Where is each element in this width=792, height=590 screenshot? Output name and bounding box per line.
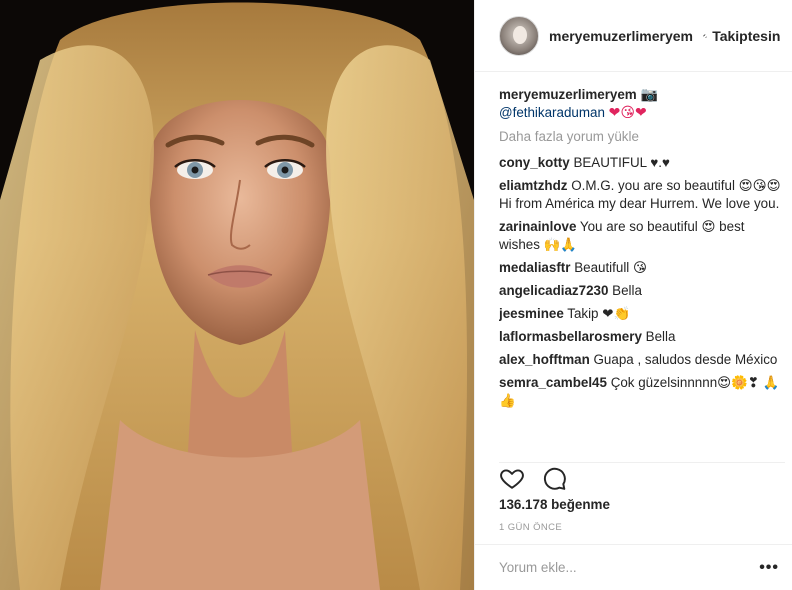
comment-username[interactable]: zarinainlove xyxy=(499,219,576,234)
comment-username[interactable]: semra_cambel45 xyxy=(499,375,607,390)
caption-emojis: ❤😘❤ xyxy=(608,105,647,121)
post-details-panel: meryemuzerlimeryem • Takiptesin meryemuz… xyxy=(474,0,792,590)
post-photo[interactable] xyxy=(0,0,474,590)
comment-item: jeesminee Takip ❤👏 xyxy=(499,305,785,323)
comment-input[interactable] xyxy=(499,560,760,575)
comment-item: zarinainlove You are so beautiful 😍 best… xyxy=(499,218,785,254)
comment-item: alex_hofftman Guapa , saludos desde Méxi… xyxy=(499,351,785,369)
comment-text: Bella xyxy=(612,283,642,298)
comment-username[interactable]: angelicadiaz7230 xyxy=(499,283,608,298)
comments-list[interactable]: meryemuzerlimeryem 📷 @fethikaraduman ❤😘❤… xyxy=(499,86,785,456)
caption-username[interactable]: meryemuzerlimeryem xyxy=(499,87,637,102)
post-timestamp[interactable]: 1 GÜN ÖNCE xyxy=(499,522,562,533)
comment-item: medaliasftr Beautifull 😘 xyxy=(499,259,785,277)
camera-emoji: 📷 xyxy=(640,87,658,103)
load-more-comments-button[interactable]: Daha fazla yorum yükle xyxy=(499,128,785,146)
comment-item: semra_cambel45 Çok güzelsinnnnn😍🌼❣ 🙏👍 xyxy=(499,374,785,410)
following-button[interactable]: Takiptesin xyxy=(712,28,780,44)
comment-username[interactable]: jeesminee xyxy=(499,306,564,321)
comment-item: laflormasbellarosmery Bella xyxy=(499,328,785,346)
portrait-image xyxy=(0,0,474,590)
comment-username[interactable]: medaliasftr xyxy=(499,260,570,275)
heart-outline-icon[interactable] xyxy=(499,465,527,493)
comment-text: Guapa , saludos desde México xyxy=(593,352,778,367)
comment-items: cony_kotty BEAUTIFUL ♥.♥ eliamtzhdz O.M.G… xyxy=(499,154,785,410)
action-bar xyxy=(499,462,785,492)
ellipsis-icon[interactable]: ••• xyxy=(759,559,779,577)
comment-text: Takip ❤👏 xyxy=(567,306,631,321)
comment-item: angelicadiaz7230 Bella xyxy=(499,282,785,300)
speech-bubble-icon[interactable] xyxy=(541,465,569,493)
comment-username[interactable]: eliamtzhdz xyxy=(499,178,567,193)
add-comment-bar: ••• xyxy=(475,544,792,590)
author-username[interactable]: meryemuzerlimeryem xyxy=(549,28,693,44)
author-avatar[interactable] xyxy=(499,15,539,56)
comment-username[interactable]: cony_kotty xyxy=(499,155,570,170)
comment-username[interactable]: laflormasbellarosmery xyxy=(499,329,642,344)
comment-text: Beautifull 😘 xyxy=(574,260,647,275)
comment-item: cony_kotty BEAUTIFUL ♥.♥ xyxy=(499,154,785,172)
comment-text: Bella xyxy=(645,329,676,344)
caption: meryemuzerlimeryem 📷 @fethikaraduman ❤😘❤ xyxy=(499,86,785,122)
comment-item: eliamtzhdz O.M.G. you are so beautiful 😍… xyxy=(499,177,785,213)
comment-text: BEAUTIFUL ♥.♥ xyxy=(573,155,670,170)
caption-mention[interactable]: @fethikaraduman xyxy=(499,105,605,120)
comment-username[interactable]: alex_hofftman xyxy=(499,352,590,367)
post-header: meryemuzerlimeryem • Takiptesin xyxy=(475,0,792,72)
likes-count[interactable]: 136.178 beğenme xyxy=(499,497,610,512)
